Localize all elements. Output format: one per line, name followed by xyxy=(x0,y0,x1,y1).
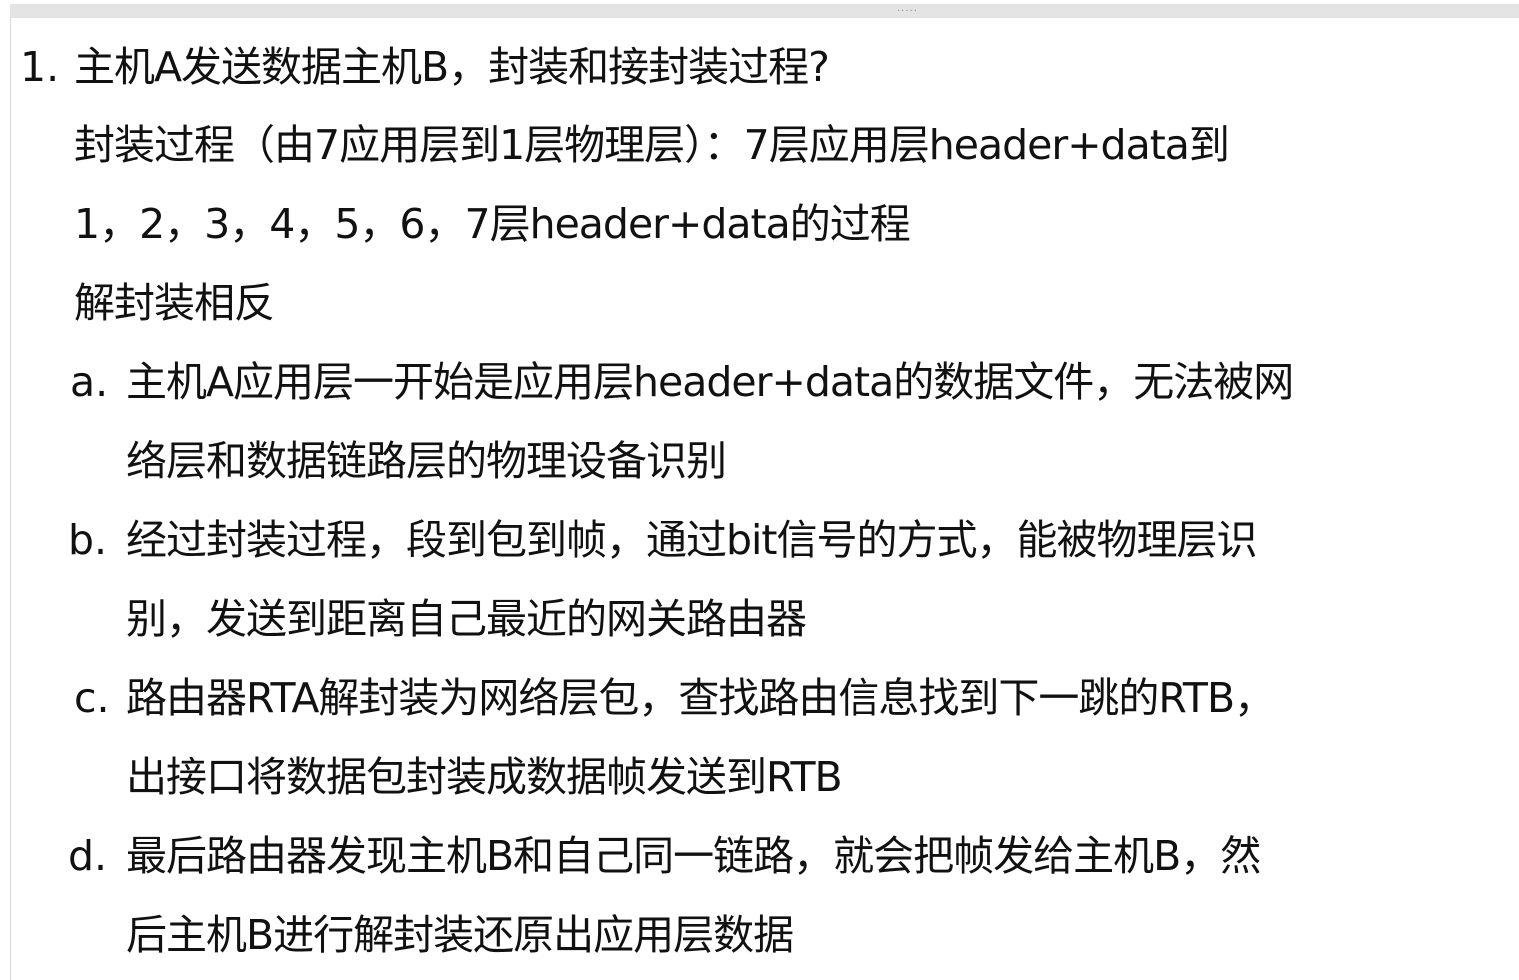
item-a-line-2: 络层和数据链路层的物理设备识别 xyxy=(126,437,727,485)
question-title: 主机A发送数据主机B，封装和接封装过程? xyxy=(74,43,830,91)
item-c-line-2: 出接口将数据包封装成数据帧发送到RTB xyxy=(126,753,843,801)
item-b-line-1: 经过封装过程，段到包到帧，通过bit信号的方式，能被物理层识 xyxy=(126,516,1257,564)
item-a-line-1: 主机A应用层一开始是应用层header+data的数据文件，无法被网 xyxy=(126,358,1294,406)
answer-line-3: 解封装相反 xyxy=(74,279,275,327)
answer-line-2: 1，2，3，4，5，6，7层header+data的过程 xyxy=(74,200,911,248)
item-d-line-1: 最后路由器发现主机B和自己同一链路，就会把帧发给主机B，然 xyxy=(126,832,1261,880)
item-d-line-2: 后主机B进行解封装还原出应用层数据 xyxy=(126,911,794,959)
answer-line-1: 封装过程（由7应用层到1层物理层）：7层应用层header+data到 xyxy=(74,121,1230,169)
question-number: 1. xyxy=(20,43,60,91)
left-border xyxy=(10,18,11,980)
item-marker-b: b. xyxy=(68,516,108,564)
drag-handle-icon[interactable]: ..... xyxy=(897,4,918,14)
item-marker-a: a. xyxy=(70,358,109,406)
top-resize-bar[interactable] xyxy=(10,4,1519,18)
item-c-line-1: 路由器RTA解封装为网络层包，查找路由信息找到下一跳的RTB， xyxy=(126,674,1275,722)
item-marker-d: d. xyxy=(68,832,108,880)
item-b-line-2: 别，发送到距离自己最近的网关路由器 xyxy=(126,595,807,643)
document-page: ..... 1. 主机A发送数据主机B，封装和接封装过程? 封装过程（由7应用层… xyxy=(0,0,1519,980)
item-marker-c: c. xyxy=(74,674,110,722)
